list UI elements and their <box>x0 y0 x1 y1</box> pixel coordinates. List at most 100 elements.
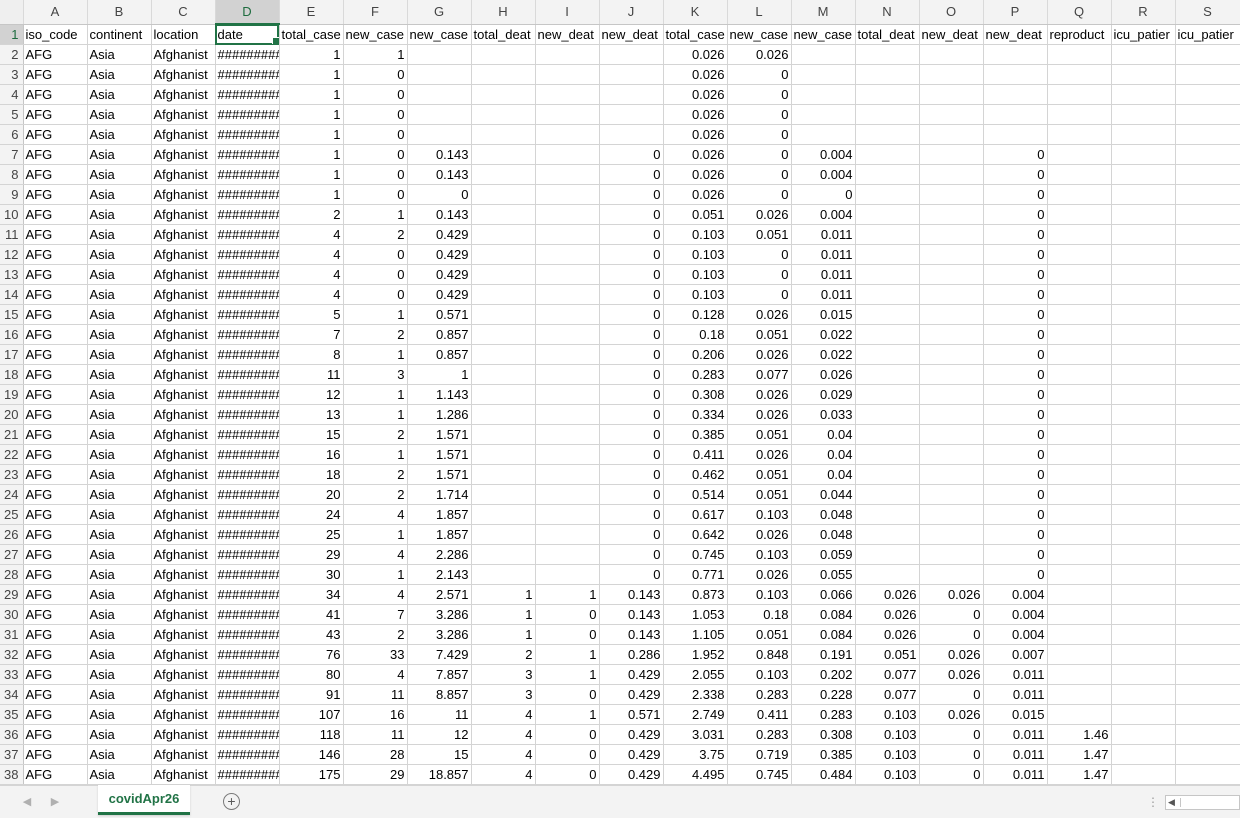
row-header[interactable]: 12 <box>0 244 24 265</box>
cell-q37[interactable]: 1.47 <box>1047 744 1112 765</box>
cell-a17[interactable]: AFG <box>23 344 88 365</box>
cell-e33[interactable]: 80 <box>279 664 344 685</box>
cell-h19[interactable] <box>471 384 536 405</box>
cell-d17[interactable]: ######### <box>215 344 280 365</box>
row-header[interactable]: 36 <box>0 724 24 745</box>
cell-s6[interactable] <box>1175 124 1240 145</box>
cell-n29[interactable]: 0.026 <box>855 584 920 605</box>
cell-e5[interactable]: 1 <box>279 104 344 125</box>
cell-l30[interactable]: 0.18 <box>727 604 792 625</box>
cell-a1[interactable]: iso_code <box>23 24 88 45</box>
cell-h4[interactable] <box>471 84 536 105</box>
cell-o20[interactable] <box>919 404 984 425</box>
row-header[interactable]: 8 <box>0 164 24 185</box>
cell-a27[interactable]: AFG <box>23 544 88 565</box>
cell-j13[interactable]: 0 <box>599 264 664 285</box>
cell-c11[interactable]: Afghanist <box>151 224 216 245</box>
cell-f31[interactable]: 2 <box>343 624 408 645</box>
cell-n3[interactable] <box>855 64 920 85</box>
cell-o1[interactable]: new_deat <box>919 24 984 45</box>
cell-j16[interactable]: 0 <box>599 324 664 345</box>
cell-a24[interactable]: AFG <box>23 484 88 505</box>
cell-j4[interactable] <box>599 84 664 105</box>
cell-a33[interactable]: AFG <box>23 664 88 685</box>
cell-l21[interactable]: 0.051 <box>727 424 792 445</box>
cell-p27[interactable]: 0 <box>983 544 1048 565</box>
cell-l32[interactable]: 0.848 <box>727 644 792 665</box>
cell-q31[interactable] <box>1047 624 1112 645</box>
cell-g20[interactable]: 1.286 <box>407 404 472 425</box>
cell-m4[interactable] <box>791 84 856 105</box>
cell-g8[interactable]: 0.143 <box>407 164 472 185</box>
cell-s10[interactable] <box>1175 204 1240 225</box>
cell-e25[interactable]: 24 <box>279 504 344 525</box>
cell-r16[interactable] <box>1111 324 1176 345</box>
cell-o3[interactable] <box>919 64 984 85</box>
cell-i19[interactable] <box>535 384 600 405</box>
cell-s3[interactable] <box>1175 64 1240 85</box>
cell-b16[interactable]: Asia <box>87 324 152 345</box>
cell-r32[interactable] <box>1111 644 1176 665</box>
cell-i20[interactable] <box>535 404 600 425</box>
cell-b8[interactable]: Asia <box>87 164 152 185</box>
cell-o12[interactable] <box>919 244 984 265</box>
cell-d11[interactable]: ######### <box>215 224 280 245</box>
cell-h32[interactable]: 2 <box>471 644 536 665</box>
cell-a35[interactable]: AFG <box>23 704 88 725</box>
cell-h21[interactable] <box>471 424 536 445</box>
cell-i14[interactable] <box>535 284 600 305</box>
cell-o13[interactable] <box>919 264 984 285</box>
cell-m11[interactable]: 0.011 <box>791 224 856 245</box>
row-header[interactable]: 1 <box>0 24 24 45</box>
cell-k21[interactable]: 0.385 <box>663 424 728 445</box>
cell-r28[interactable] <box>1111 564 1176 585</box>
cell-k30[interactable]: 1.053 <box>663 604 728 625</box>
cell-l9[interactable]: 0 <box>727 184 792 205</box>
cell-l14[interactable]: 0 <box>727 284 792 305</box>
cell-l3[interactable]: 0 <box>727 64 792 85</box>
cell-a36[interactable]: AFG <box>23 724 88 745</box>
cell-d23[interactable]: ######### <box>215 464 280 485</box>
cell-j20[interactable]: 0 <box>599 404 664 425</box>
cell-p24[interactable]: 0 <box>983 484 1048 505</box>
cell-i23[interactable] <box>535 464 600 485</box>
cell-i33[interactable]: 1 <box>535 664 600 685</box>
cell-d31[interactable]: ######### <box>215 624 280 645</box>
cell-a7[interactable]: AFG <box>23 144 88 165</box>
cell-o9[interactable] <box>919 184 984 205</box>
cell-p23[interactable]: 0 <box>983 464 1048 485</box>
cell-j32[interactable]: 0.286 <box>599 644 664 665</box>
cell-e38[interactable]: 175 <box>279 764 344 785</box>
cell-o29[interactable]: 0.026 <box>919 584 984 605</box>
cell-f28[interactable]: 1 <box>343 564 408 585</box>
cell-s9[interactable] <box>1175 184 1240 205</box>
cell-i15[interactable] <box>535 304 600 325</box>
cell-m19[interactable]: 0.029 <box>791 384 856 405</box>
cell-m23[interactable]: 0.04 <box>791 464 856 485</box>
cell-q3[interactable] <box>1047 64 1112 85</box>
cell-a26[interactable]: AFG <box>23 524 88 545</box>
cell-c32[interactable]: Afghanist <box>151 644 216 665</box>
cell-b34[interactable]: Asia <box>87 684 152 705</box>
cell-n36[interactable]: 0.103 <box>855 724 920 745</box>
cell-o25[interactable] <box>919 504 984 525</box>
cell-k31[interactable]: 1.105 <box>663 624 728 645</box>
cell-b27[interactable]: Asia <box>87 544 152 565</box>
cell-f7[interactable]: 0 <box>343 144 408 165</box>
cell-b18[interactable]: Asia <box>87 364 152 385</box>
cell-h9[interactable] <box>471 184 536 205</box>
cell-a6[interactable]: AFG <box>23 124 88 145</box>
cell-p35[interactable]: 0.015 <box>983 704 1048 725</box>
cell-e13[interactable]: 4 <box>279 264 344 285</box>
cell-d24[interactable]: ######### <box>215 484 280 505</box>
row-header[interactable]: 2 <box>0 44 24 65</box>
cell-j34[interactable]: 0.429 <box>599 684 664 705</box>
cell-s37[interactable] <box>1175 744 1240 765</box>
cell-d4[interactable]: ######### <box>215 84 280 105</box>
cell-h7[interactable] <box>471 144 536 165</box>
cell-r20[interactable] <box>1111 404 1176 425</box>
cell-p38[interactable]: 0.011 <box>983 764 1048 785</box>
cell-p21[interactable]: 0 <box>983 424 1048 445</box>
cell-p18[interactable]: 0 <box>983 364 1048 385</box>
cell-c7[interactable]: Afghanist <box>151 144 216 165</box>
